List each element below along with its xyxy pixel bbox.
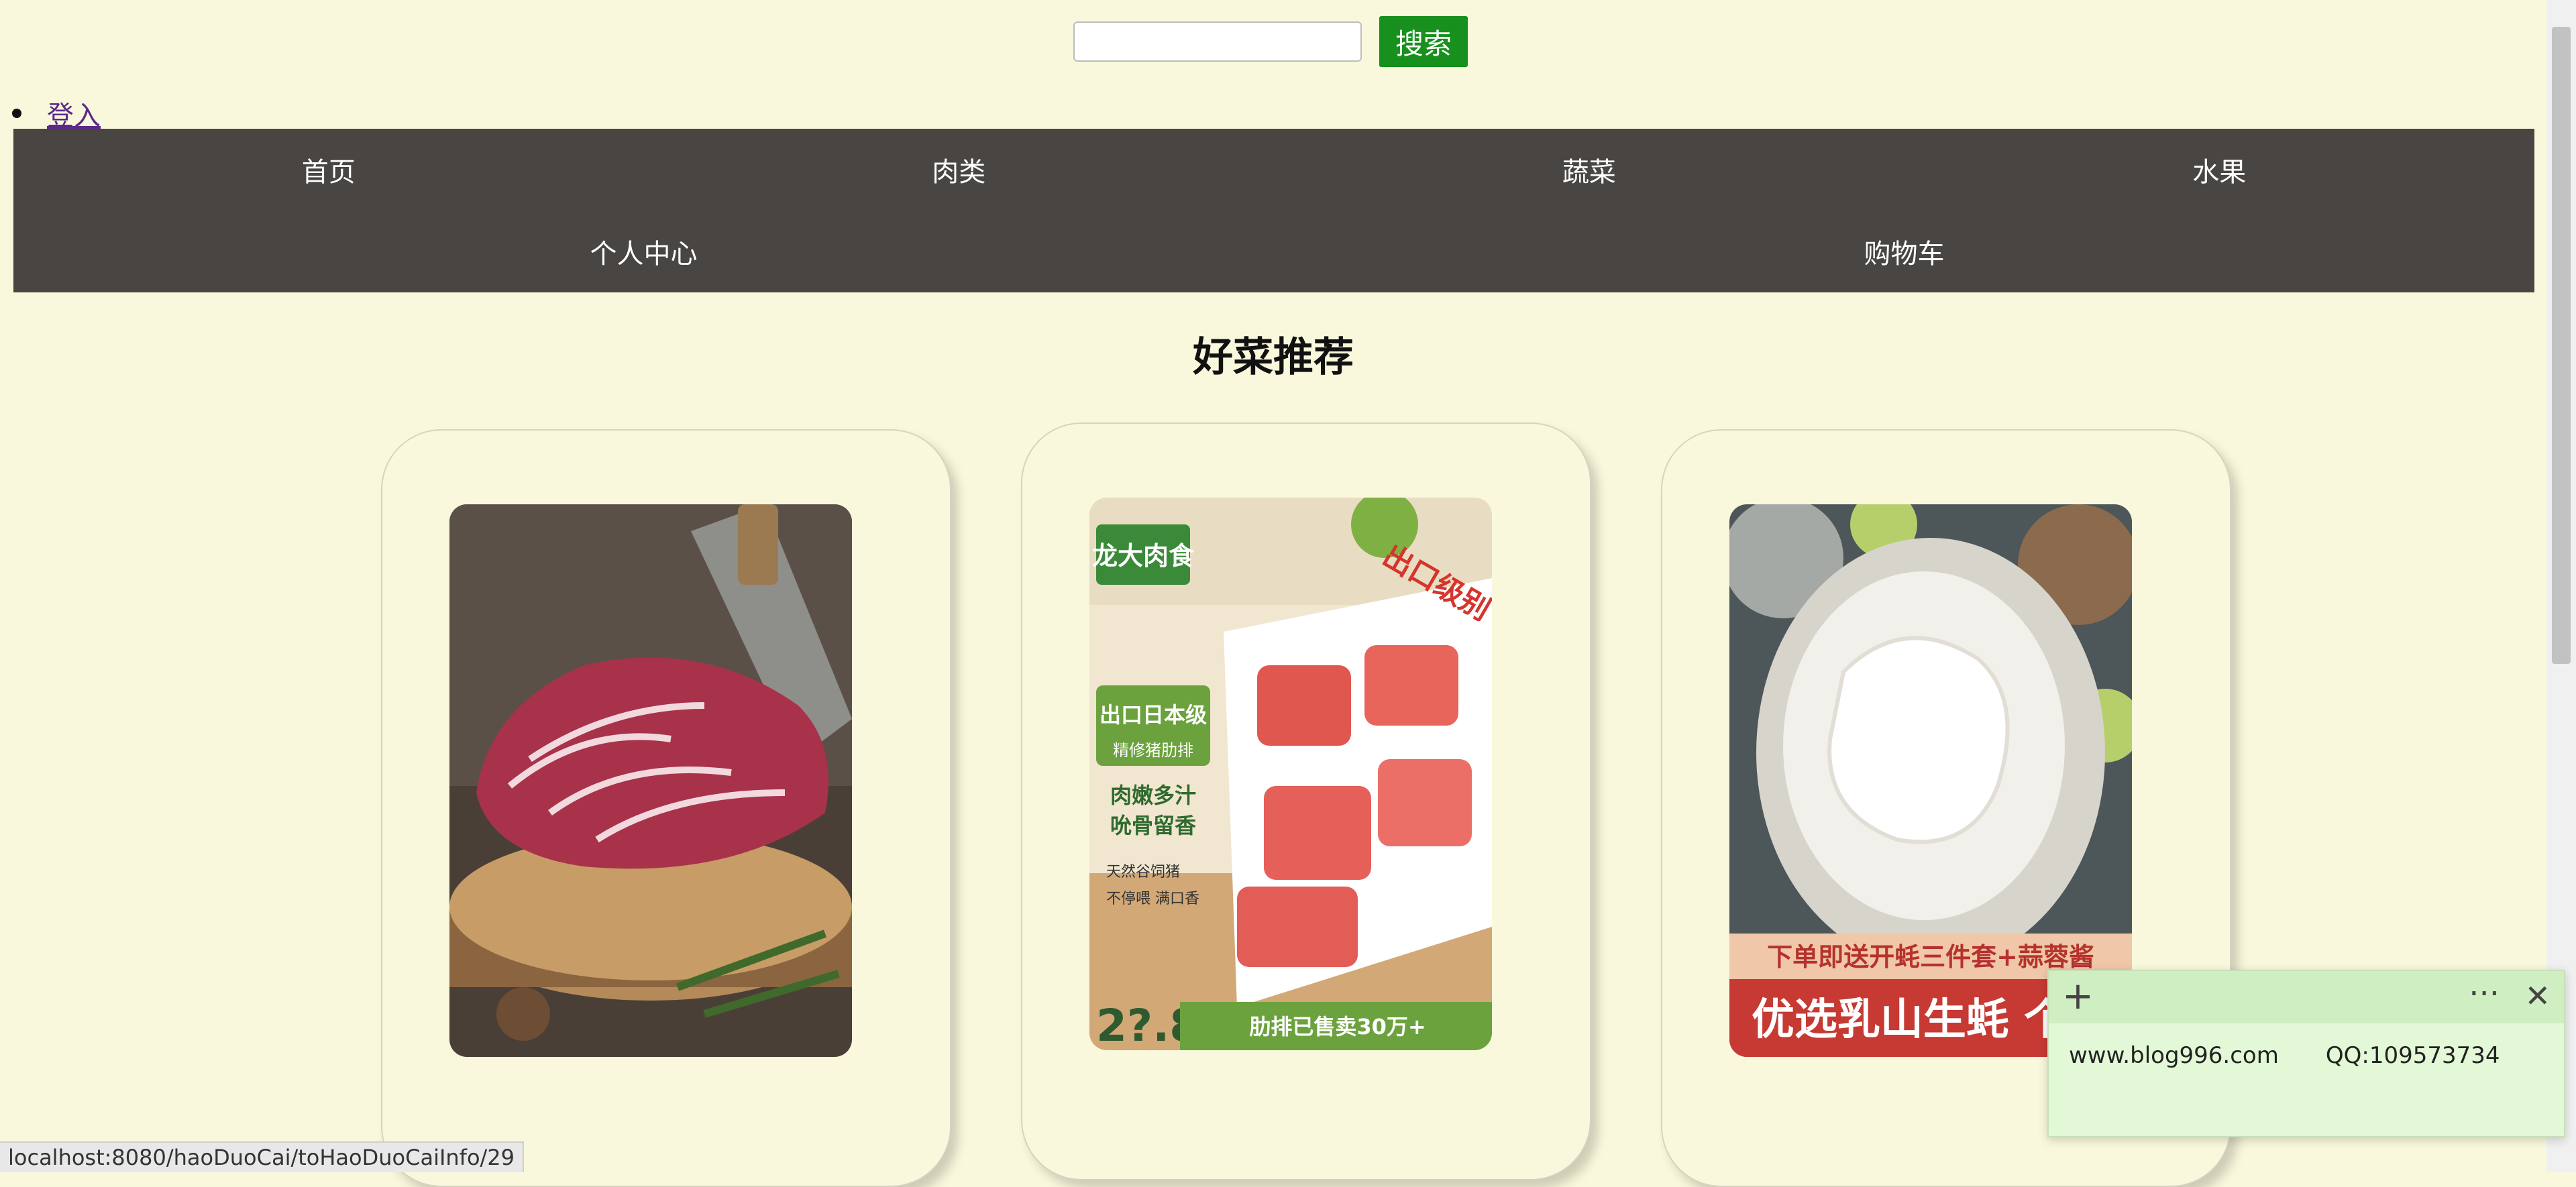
section-title: 好菜推荐: [1193, 334, 1354, 381]
list-item: 登入: [12, 94, 101, 133]
tag-text: 出口日本级: [1099, 702, 1207, 728]
nav-row-secondary: 个人中心 购物车: [13, 211, 2534, 292]
nav-cart[interactable]: 购物车: [1274, 232, 2534, 271]
sticky-note-header[interactable]: + ··· ✕: [2049, 971, 2564, 1023]
product-card[interactable]: [381, 429, 951, 1187]
product-image[interactable]: 龙大肉食 出口级别 出口日本级 精修猪肋排 肉嫩多汁 吮骨留香 天然谷饲猪 不停…: [1089, 498, 1492, 1050]
product-image[interactable]: [449, 504, 852, 1057]
login-link[interactable]: 登入: [47, 94, 101, 133]
close-icon[interactable]: ✕: [2524, 980, 2551, 1011]
nav-vegetables[interactable]: 蔬菜: [1274, 150, 1904, 189]
bullet-icon: [12, 109, 21, 118]
sticky-note[interactable]: + ··· ✕ www.blog996.com QQ:109573734: [2047, 970, 2565, 1137]
sticky-note-text: QQ:109573734: [2325, 1042, 2500, 1069]
nav-meat[interactable]: 肉类: [644, 150, 1275, 189]
beef-image: [449, 504, 852, 1057]
brand-text: 龙大肉食: [1092, 541, 1195, 571]
search-button[interactable]: 搜索: [1379, 16, 1468, 67]
nav-home[interactable]: 首页: [13, 150, 644, 189]
search-input[interactable]: [1073, 21, 1362, 62]
sold-text: 肋排已售卖30万+: [1249, 1014, 1426, 1039]
main-nav: 首页 肉类 蔬菜 水果 个人中心 购物车: [13, 129, 2534, 292]
nav-user-center[interactable]: 个人中心: [13, 232, 1274, 271]
sticky-note-body[interactable]: www.blog996.com QQ:109573734: [2049, 1023, 2564, 1088]
banner-text: 下单即送开蚝三件套+蒜蓉酱: [1767, 942, 2094, 972]
ribs-image: 龙大肉食 出口级别 出口日本级 精修猪肋排 肉嫩多汁 吮骨留香 天然谷饲猪 不停…: [1089, 498, 1492, 1050]
sticky-note-text: www.blog996.com: [2069, 1042, 2279, 1069]
more-icon[interactable]: ···: [2469, 975, 2500, 1013]
tag-text: 肉嫩多汁: [1110, 783, 1196, 808]
product-card[interactable]: 龙大肉食 出口级别 出口日本级 精修猪肋排 肉嫩多汁 吮骨留香 天然谷饲猪 不停…: [1021, 422, 1591, 1180]
tag-text: 精修猪肋排: [1113, 741, 1193, 760]
nav-fruits[interactable]: 水果: [1904, 150, 2535, 189]
nav-row-primary: 首页 肉类 蔬菜 水果: [13, 129, 2534, 211]
check-text: 天然谷饲猪: [1106, 864, 1180, 881]
scrollbar-thumb[interactable]: [2552, 27, 2571, 664]
search-bar: 搜索: [1073, 16, 1468, 67]
check-text: 不停喂 满口香: [1106, 891, 1199, 907]
plus-icon[interactable]: +: [2062, 978, 2094, 1015]
tag-text: 吮骨留香: [1110, 813, 1196, 838]
status-bar-url: localhost:8080/haoDuoCai/toHaoDuoCaiInfo…: [0, 1141, 525, 1172]
login-list: 登入: [12, 94, 101, 133]
